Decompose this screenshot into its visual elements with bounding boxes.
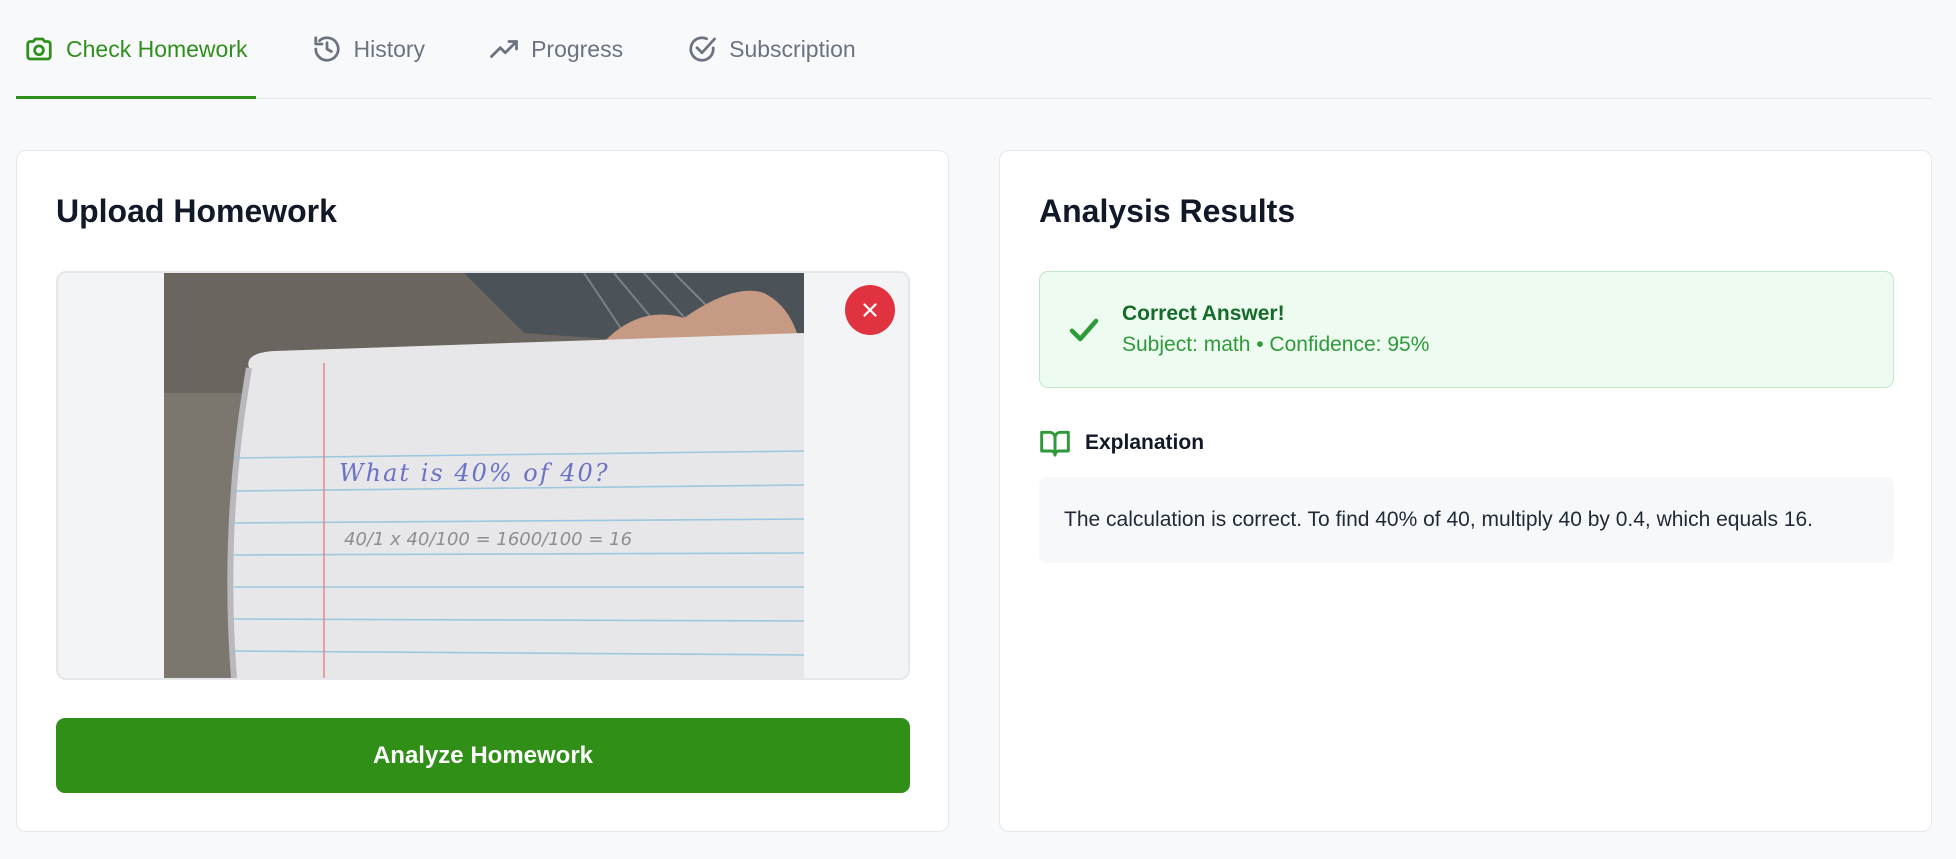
explanation-label: Explanation: [1085, 431, 1205, 454]
book-open-icon: [1040, 430, 1070, 457]
upload-card: Upload Homework What is 40% of 40? 40/1 …: [16, 150, 949, 832]
trending-up-icon: [490, 40, 518, 58]
tab-label: Check Homework: [66, 35, 248, 62]
svg-text:40/1 x 40/100 = 1600/100 =: 40/1 x 40/100 = 1600/100 = 16: [344, 529, 632, 550]
check-circle-icon: [689, 36, 716, 62]
tab-history[interactable]: History: [304, 0, 434, 98]
result-status-box: Correct Answer! Subject: math • Confiden…: [1039, 271, 1894, 388]
close-icon: [863, 303, 877, 317]
svg-text:What is 40% of 40?: What is 40% of 40?: [339, 459, 610, 487]
results-card: Analysis Results Correct Answer! Subject…: [999, 150, 1932, 832]
tab-subscription[interactable]: Subscription: [679, 0, 864, 98]
tab-label: Subscription: [729, 35, 856, 62]
results-card-title: Analysis Results: [1039, 193, 1296, 229]
remove-image-button[interactable]: [845, 285, 895, 335]
image-preview: What is 40% of 40? 40/1 x 40/100 = 1600/…: [56, 271, 910, 680]
tab-label: Progress: [531, 35, 624, 62]
explanation-text: The calculation is correct. To find 40% …: [1039, 477, 1894, 563]
history-icon: [313, 36, 340, 62]
tab-check-homework[interactable]: Check Homework: [16, 0, 256, 99]
explanation-header: Explanation: [1039, 427, 1204, 459]
main-tabs: Check Homework History Progress Subscrip…: [16, 0, 1932, 99]
homework-photo: What is 40% of 40? 40/1 x 40/100 = 1600/…: [164, 273, 804, 678]
tab-progress[interactable]: Progress: [481, 0, 631, 98]
analyze-homework-button[interactable]: Analyze Homework: [56, 718, 910, 793]
upload-card-title: Upload Homework: [56, 193, 337, 229]
checkmark-icon: [1066, 312, 1102, 348]
camera-icon: [26, 37, 52, 61]
result-status-title: Correct Answer!: [1122, 302, 1285, 325]
tab-label: History: [353, 35, 426, 62]
result-status-subtitle: Subject: math • Confidence: 95%: [1122, 333, 1430, 356]
